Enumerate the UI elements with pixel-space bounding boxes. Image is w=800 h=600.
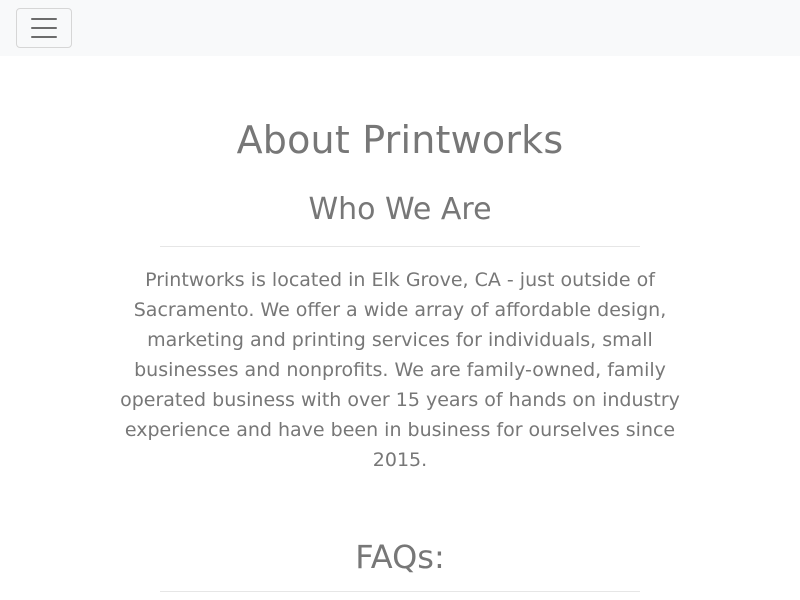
divider xyxy=(160,246,640,247)
faq-divider xyxy=(160,591,640,592)
page-title: About Printworks xyxy=(236,118,564,162)
about-section: About Printworks Who We Are Printworks i… xyxy=(0,56,800,592)
faqs-heading: FAQs: xyxy=(355,538,445,576)
menu-toggle-button[interactable] xyxy=(16,8,72,48)
who-we-are-heading: Who We Are xyxy=(308,192,492,227)
hamburger-menu-icon xyxy=(31,18,57,38)
navbar xyxy=(0,0,800,56)
about-paragraph: Printworks is located in Elk Grove, CA -… xyxy=(120,269,680,471)
